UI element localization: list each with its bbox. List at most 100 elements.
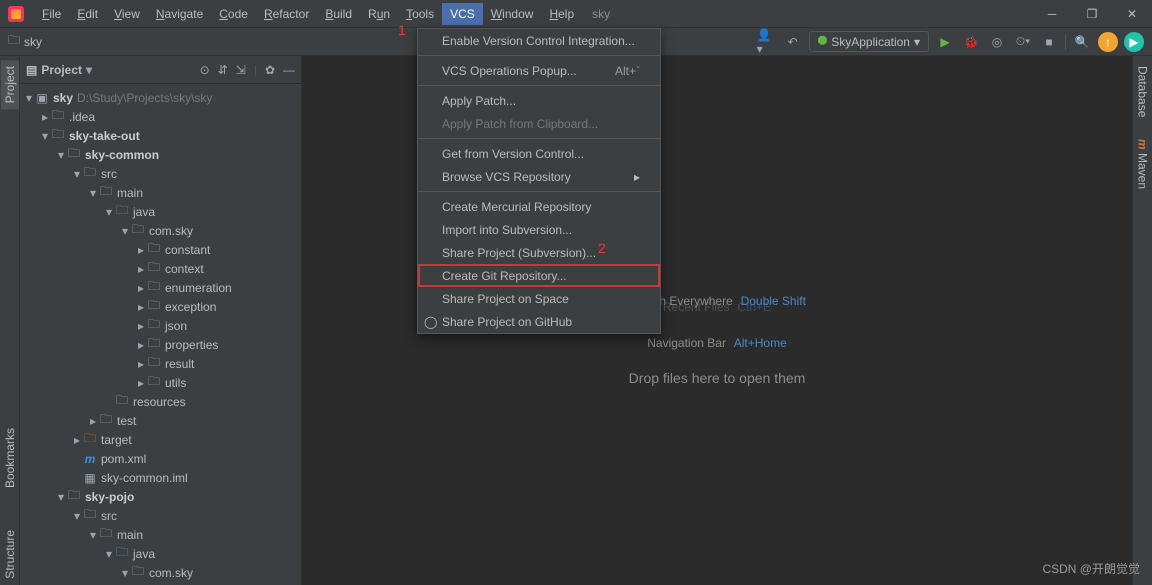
tree-constant[interactable]: constant (165, 243, 210, 257)
menu-view[interactable]: View (106, 3, 148, 25)
tree-json[interactable]: json (165, 319, 187, 333)
profiler-button[interactable]: ⏲▾ (1013, 32, 1033, 52)
recent-files-label: Recent Files (663, 300, 730, 314)
project-panel-header: ▤ Project ▾ ⊙ ⇵ ⇲ | ✿ — (20, 56, 301, 84)
recent-shortcut: Ctrl+E (737, 300, 771, 314)
tree-src[interactable]: src (101, 167, 117, 181)
chevron-down-icon: ▾ (86, 63, 92, 77)
tree-take-out[interactable]: sky-take-out (69, 129, 140, 143)
window-controls: ─ ❐ ✕ (1032, 0, 1152, 28)
vcs-enable-integration[interactable]: Enable Version Control Integration... (418, 29, 660, 52)
tree-comsky2[interactable]: com.sky (149, 566, 193, 580)
sidebar-tab-database[interactable]: Database (1134, 60, 1152, 123)
annotation-2: 2 (598, 240, 606, 256)
vcs-share-space[interactable]: Share Project on Space (418, 287, 660, 310)
debug-button[interactable]: 🐞 (961, 32, 981, 52)
breadcrumb-project: sky (24, 35, 42, 49)
tree-main2[interactable]: main (117, 528, 143, 542)
menu-vcs[interactable]: VCS (442, 3, 483, 25)
run-config-label: SkyApplication (831, 35, 910, 49)
minimize-button[interactable]: ─ (1032, 0, 1072, 28)
select-opened-file-icon[interactable]: ⊙ (200, 63, 210, 77)
vcs-get-from-vc[interactable]: Get from Version Control... (418, 142, 660, 165)
titlebar: File Edit View Navigate Code Refactor Bu… (0, 0, 1152, 28)
tree-java2[interactable]: java (133, 547, 155, 561)
tree-enum[interactable]: enumeration (165, 281, 232, 295)
menu-refactor[interactable]: Refactor (256, 3, 317, 25)
app-logo-icon (8, 6, 24, 22)
project-tree[interactable]: ▾▣skyD:\Study\Projects\sky\sky ▸🗀.idea ▾… (20, 84, 301, 585)
menu-file[interactable]: File (34, 3, 69, 25)
tree-src2[interactable]: src (101, 509, 117, 523)
tree-exception[interactable]: exception (165, 300, 216, 314)
collapse-all-icon[interactable]: ⇲ (236, 63, 246, 77)
tree-iml[interactable]: sky-common.iml (101, 471, 188, 485)
chevron-down-icon: ▾ (914, 35, 920, 49)
vcs-create-git-repo[interactable]: Create Git Repository... (418, 264, 660, 287)
close-button[interactable]: ✕ (1112, 0, 1152, 28)
maximize-button[interactable]: ❐ (1072, 0, 1112, 28)
tree-utils[interactable]: utils (165, 376, 186, 390)
vcs-apply-patch-clipboard: Apply Patch from Clipboard... (418, 112, 660, 135)
tree-context[interactable]: context (165, 262, 204, 276)
coverage-button[interactable]: ◎ (987, 32, 1007, 52)
ide-features-icon[interactable]: ▶ (1124, 32, 1144, 52)
ide-updates-icon[interactable]: ↑ (1098, 32, 1118, 52)
menu-help[interactable]: Help (541, 3, 582, 25)
vcs-browse-repo[interactable]: Browse VCS Repository▸ (418, 165, 660, 188)
main-menu: File Edit View Navigate Code Refactor Bu… (34, 3, 582, 25)
menu-window[interactable]: Window (483, 3, 542, 25)
search-button[interactable]: 🔍 (1072, 32, 1092, 52)
submenu-arrow-icon: ▸ (634, 170, 640, 184)
back-button[interactable]: ↶ (783, 32, 803, 52)
vcs-apply-patch[interactable]: Apply Patch... (418, 89, 660, 112)
tree-java[interactable]: java (133, 205, 155, 219)
menu-navigate[interactable]: Navigate (148, 3, 211, 25)
tree-comsky[interactable]: com.sky (149, 224, 193, 238)
navbar-label: Navigation Bar (647, 336, 726, 350)
vcs-share-github[interactable]: ◯Share Project on GitHub (418, 310, 660, 333)
menu-run[interactable]: Run (360, 3, 398, 25)
sidebar-tab-structure[interactable]: Structure (1, 524, 19, 585)
expand-all-icon[interactable]: ⇵ (218, 63, 228, 77)
menu-build[interactable]: Build (317, 3, 360, 25)
vcs-operations-popup[interactable]: VCS Operations Popup...Alt+` (418, 59, 660, 82)
vcs-create-mercurial[interactable]: Create Mercurial Repository (418, 195, 660, 218)
project-icon: ▤ (26, 63, 37, 77)
folder-icon: 🗀 (8, 31, 20, 52)
tree-idea[interactable]: .idea (69, 110, 95, 124)
vcs-share-svn[interactable]: Share Project (Subversion)... (418, 241, 660, 264)
hide-icon[interactable]: — (283, 63, 295, 77)
sidebar-tab-project[interactable]: Project (1, 60, 19, 109)
sidebar-tab-maven[interactable]: m Maven (1134, 133, 1152, 195)
tree-pojo[interactable]: sky-pojo (85, 490, 134, 504)
annotation-1: 1 (398, 22, 406, 38)
navbar-shortcut: Alt+Home (734, 336, 787, 350)
users-icon[interactable]: 👤▾ (757, 32, 777, 52)
run-configuration-dropdown[interactable]: ⯃ SkyApplication ▾ (809, 31, 929, 52)
tree-resources[interactable]: resources (133, 395, 186, 409)
panel-title[interactable]: ▤ Project ▾ (26, 63, 92, 77)
vcs-dropdown-menu: Enable Version Control Integration... VC… (417, 28, 661, 334)
tree-test[interactable]: test (117, 414, 136, 428)
project-name-label: sky (592, 7, 610, 21)
right-tool-strip: Database m Maven (1132, 56, 1152, 585)
settings-icon[interactable]: ✿ (265, 63, 275, 77)
run-button[interactable]: ▶ (935, 32, 955, 52)
vcs-import-svn[interactable]: Import into Subversion... (418, 218, 660, 241)
stop-button[interactable]: ■ (1039, 32, 1059, 52)
breadcrumb[interactable]: 🗀 sky (8, 31, 42, 52)
tree-result[interactable]: result (165, 357, 194, 371)
menu-edit[interactable]: Edit (69, 3, 106, 25)
tree-pom[interactable]: pom.xml (101, 452, 146, 466)
tree-common[interactable]: sky-common (85, 148, 159, 162)
left-tool-strip: Project Bookmarks Structure (0, 56, 20, 585)
project-tool-window: ▤ Project ▾ ⊙ ⇵ ⇲ | ✿ — ▾▣skyD:\Study\Pr… (20, 56, 302, 585)
tree-main[interactable]: main (117, 186, 143, 200)
sidebar-tab-bookmarks[interactable]: Bookmarks (1, 422, 19, 494)
tree-root[interactable]: sky (53, 91, 73, 105)
tree-target[interactable]: target (101, 433, 132, 447)
tree-properties[interactable]: properties (165, 338, 218, 352)
menu-code[interactable]: Code (211, 3, 256, 25)
spring-leaf-icon: ⯃ (818, 34, 828, 49)
